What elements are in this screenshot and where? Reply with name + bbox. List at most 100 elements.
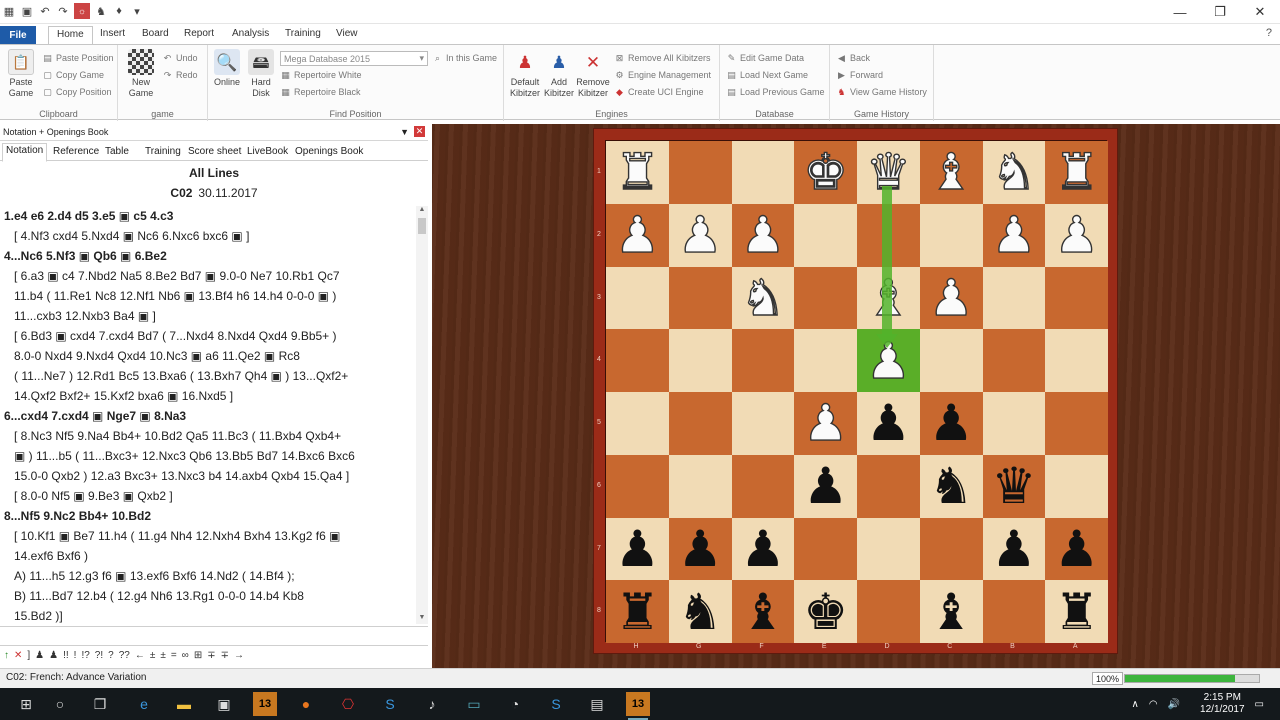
chessbase-active-icon[interactable]: 13 (626, 692, 650, 720)
save-icon[interactable]: ▣ (20, 3, 34, 19)
clock-app-icon[interactable]: ◔ (503, 692, 527, 716)
annotation-symbol-button[interactable]: = (171, 650, 177, 661)
remove-all-kibitzers-button[interactable]: ⊠ Remove All Kibitzers (614, 51, 711, 65)
board-square[interactable]: ♛ (982, 454, 1046, 518)
task-view-icon[interactable]: ❐ (88, 692, 112, 716)
annotation-symbol-button[interactable]: ?? (119, 650, 130, 661)
variation-line[interactable]: 8.0-0 Nxd4 9.Nxd4 Qxd4 10.Nc3 ▣ a6 11.Qe… (4, 346, 416, 366)
board-square[interactable]: ♞ (982, 141, 1046, 204)
forward-button[interactable]: ▶ Forward (836, 68, 883, 82)
black-knight-icon[interactable]: ♞ (929, 461, 974, 511)
notifications-icon[interactable]: ▭ (1255, 699, 1264, 710)
black-knight-icon[interactable]: ♞ (678, 587, 723, 637)
variation-line[interactable]: 15.Bd2 )] (4, 606, 416, 624)
skype-icon[interactable]: S (544, 692, 568, 716)
variation-line[interactable]: [ 10.Kf1 ▣ Be7 11.h4 ( 11.g4 Nh4 12.Nxh4… (4, 526, 416, 546)
scroll-down-icon[interactable]: ▼ (416, 614, 428, 624)
board-square[interactable] (857, 517, 920, 581)
paste-game-button[interactable]: 📋 Paste Game (4, 49, 38, 99)
windows-start-icon[interactable]: ⊞ (14, 692, 38, 716)
board-square[interactable] (794, 266, 857, 330)
board-square[interactable] (982, 266, 1046, 330)
board-square[interactable] (731, 329, 795, 392)
chessbase-icon[interactable]: 13 (253, 692, 277, 716)
board-square[interactable] (982, 580, 1046, 643)
tab-insert[interactable]: Insert (100, 28, 125, 39)
tab-training[interactable]: Training (142, 145, 184, 158)
variation-line[interactable]: B) 11...Bd7 12.b4 ( 12.g4 Nh6 13.Rg1 0-0… (4, 586, 416, 606)
zoom-slider[interactable] (1124, 674, 1260, 683)
variation-line[interactable]: 11...cxb3 12.Nxb3 Ba4 ▣ ] (4, 306, 416, 326)
customize-icon[interactable]: ▾ (130, 3, 144, 19)
tab-training[interactable]: Training (285, 28, 321, 39)
annotation-symbol-button[interactable]: ? (108, 650, 114, 661)
board-square[interactable] (668, 329, 732, 392)
panel-close-icon[interactable]: ✕ (414, 126, 425, 137)
annotation-symbol-button[interactable]: → (234, 650, 244, 661)
variation-line[interactable]: 11.b4 ( 11.Re1 Nc8 12.Nf1 Nb6 ▣ 13.Bf4 h… (4, 286, 416, 306)
white-knight-icon[interactable]: ♞ (991, 147, 1037, 198)
app-icon[interactable]: ♪ (420, 692, 444, 716)
white-pawn-icon[interactable]: ♟ (740, 209, 786, 260)
black-pawn-icon[interactable]: ♟ (740, 524, 785, 574)
tab-reference[interactable]: Reference (50, 145, 102, 158)
annotation-symbol-button[interactable]: ∓ (221, 650, 229, 661)
board-square[interactable] (731, 141, 795, 204)
white-bishop-icon[interactable]: ♝ (928, 147, 974, 198)
board-square[interactable]: ♞ (919, 454, 983, 518)
board-square[interactable] (606, 454, 669, 518)
maximize-button[interactable]: ❐ (1200, 0, 1240, 24)
black-pawn-icon[interactable]: ♟ (929, 398, 974, 448)
board-square[interactable] (606, 266, 669, 330)
white-pawn-icon[interactable]: ♟ (614, 209, 660, 260)
paste-position-button[interactable]: ▤ Paste Position (42, 51, 113, 65)
white-pawn-icon[interactable]: ♟ (991, 209, 1037, 260)
hard-disk-button[interactable]: 🖴 Hard Disk (244, 49, 278, 99)
board-square[interactable] (668, 141, 732, 204)
hint-icon[interactable]: ♦ (112, 3, 126, 19)
board-square[interactable] (919, 329, 983, 392)
undo-icon[interactable]: ↶ (38, 3, 52, 19)
board-square[interactable]: ♟ (731, 203, 795, 267)
variation-line[interactable]: ( 11...Ne7 ) 12.Rd1 Bc5 13.Bxa6 ( 13.Bxh… (4, 366, 416, 386)
zoom-level[interactable]: 100% (1092, 672, 1124, 685)
remove-kibitzer-button[interactable]: ✕ Remove Kibitzer (576, 49, 610, 99)
kibitzer-icon[interactable]: ♞ (94, 3, 108, 19)
annotation-symbol-button[interactable]: ± (160, 650, 166, 661)
annotation-symbol-button[interactable]: ⊞ (194, 650, 202, 661)
board-square[interactable]: ♟ (1045, 517, 1108, 581)
board-square[interactable] (794, 329, 857, 392)
board-square[interactable]: ♟ (919, 266, 983, 330)
board-square[interactable]: ♟ (982, 203, 1046, 267)
black-rook-icon[interactable]: ♜ (615, 587, 660, 637)
board-square[interactable] (731, 392, 795, 455)
copy-game-button[interactable]: ▢ Copy Game (42, 68, 104, 82)
board-square[interactable]: ♝ (919, 580, 983, 643)
file-explorer-icon[interactable]: ▬ (172, 692, 196, 716)
white-knight-icon[interactable]: ♞ (740, 272, 786, 323)
black-rook-icon[interactable]: ♜ (1054, 587, 1099, 637)
in-this-game-button[interactable]: ⌕ In this Game (432, 51, 497, 65)
edit-game-data-button[interactable]: ✎ Edit Game Data (726, 51, 804, 65)
black-pawn-icon[interactable]: ♟ (678, 524, 723, 574)
white-pawn-icon[interactable]: ♟ (928, 272, 974, 323)
firefox-icon[interactable]: ● (294, 692, 318, 716)
main-line[interactable]: 1.e4 e6 2.d4 d5 3.e5 ▣ c5 4.c3 (4, 206, 416, 226)
board-square[interactable]: ♞ (731, 266, 795, 330)
tab-score-sheet[interactable]: Score sheet (185, 145, 244, 158)
annotation-symbol-button[interactable]: ] (27, 650, 30, 661)
variation-line[interactable]: 14.exf6 Bxf6 ) (4, 546, 416, 566)
board-square[interactable] (1045, 392, 1108, 455)
board-square[interactable]: ♜ (606, 141, 669, 204)
board-square[interactable]: ♟ (731, 517, 795, 581)
variation-line[interactable]: [ 8.Nc3 Nf5 9.Na4 Bb4+ 10.Bd2 Qa5 11.Bc3… (4, 426, 416, 446)
board-square[interactable] (794, 203, 857, 267)
default-kibitzer-button[interactable]: ♟ Default Kibitzer (508, 49, 542, 99)
board-square[interactable]: ♚ (794, 141, 857, 204)
variation-line[interactable]: 14.Qxf2 Bxf2+ 15.Kxf2 bxa6 ▣ 16.Nxd5 ] (4, 386, 416, 406)
variation-line[interactable]: [ 6.Bd3 ▣ cxd4 7.cxd4 Bd7 ( 7...Nxd4 8.N… (4, 326, 416, 346)
board-square[interactable] (606, 329, 669, 392)
board-square[interactable] (919, 203, 983, 267)
board-square[interactable]: ♟ (668, 203, 732, 267)
black-pawn-icon[interactable]: ♟ (1054, 524, 1099, 574)
